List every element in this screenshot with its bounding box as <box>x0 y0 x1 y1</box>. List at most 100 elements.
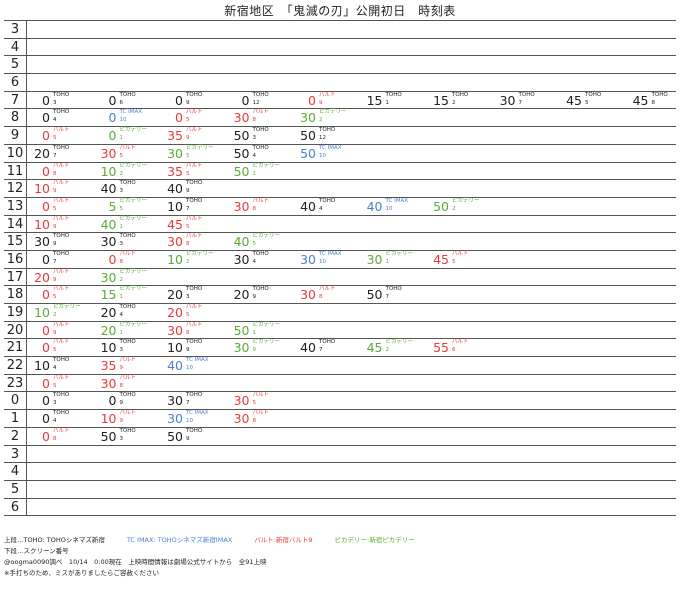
showtime-entry: 50 ピカデリー 1 <box>230 163 296 180</box>
theater-name: TOHO <box>186 427 203 434</box>
showtime-entry: 40 TC IMAX 10 <box>363 198 429 215</box>
showtime-minute: 20 <box>100 305 117 320</box>
showtime-minute: 40 <box>100 216 117 232</box>
showtime-entry: 0 TOHO 9 <box>163 92 229 109</box>
timetable-grid: 3 4 5 6 7 0 TOHO 3 0 TOHO 6 0 TOHO 9 0 TOHO 12 0 バルト 9 15 TOH… <box>4 20 676 517</box>
showtime-minute: 0 <box>175 92 183 108</box>
showtime-minute: 20 <box>34 145 50 161</box>
timetable-row: 8 0 TOHO 4 0 TC IMAX 10 0 バルト 5 30 バルト 8 30 ピカデリー 2 <box>4 109 676 128</box>
screen-number: 10 <box>119 117 127 124</box>
showtime-minute: 0 <box>42 251 50 267</box>
showtime-entry: 10 ピカデリー 2 <box>163 251 229 268</box>
showtime-minute: 15 <box>100 287 117 303</box>
theater-name: TC IMAX <box>186 410 209 417</box>
showtime-minute: 30 <box>300 251 316 267</box>
showtime-minute: 10 <box>34 181 50 197</box>
timetable-row: 6 <box>4 74 676 92</box>
showtime-entry: 20 TOHO 7 <box>30 145 96 162</box>
showtime-entry: 50 TOHO 7 <box>363 286 429 303</box>
hour-label: 3 <box>4 21 27 38</box>
screen-number: 10 <box>385 205 393 212</box>
screen-number: 5 <box>53 205 57 212</box>
screen-number: 9 <box>53 188 57 195</box>
showtime-entry: 30 ピカデリー 9 <box>230 339 296 356</box>
theater-name: TOHO <box>252 127 269 134</box>
showtime-minute: 40 <box>300 198 316 214</box>
showtime-minute: 30 <box>499 92 516 108</box>
theater-name: バルト <box>53 215 70 222</box>
screen-number: 3 <box>53 400 57 407</box>
showtime-entry: 50 ピカデリー 2 <box>429 198 495 215</box>
showtime-entry: 0 バルト 8 <box>97 251 163 268</box>
legend-line: 上段…TOHO: TOHOシネマズ新宿 TC IMAX: TOHOシネマズ新宿IM… <box>4 535 676 546</box>
showtime-minute: 30 <box>233 340 250 356</box>
theater-name: バルト <box>319 286 336 293</box>
screen-number: 5 <box>452 258 456 265</box>
theater-name: TC IMAX <box>119 109 143 116</box>
showtime-minute: 10 <box>167 251 183 267</box>
screen-number: 1 <box>385 258 390 265</box>
timetable-row: 2 0 バルト 8 50 TOHO 3 50 TOHO 9 <box>4 427 676 446</box>
theater-name: バルト <box>186 233 203 240</box>
theater-name: TOHO <box>119 180 136 187</box>
showtime-minute: 50 <box>233 128 250 144</box>
showtime-entry: 0 バルト 5 <box>30 127 96 144</box>
screen-number: 7 <box>186 400 190 407</box>
hour-label: 5 <box>4 56 27 74</box>
showtime-minute: 0 <box>42 375 50 391</box>
screen-number: 7 <box>385 294 390 301</box>
screen-number: 9 <box>186 347 190 354</box>
hour-label: 0 <box>4 392 27 410</box>
theater-name: バルト <box>252 410 270 417</box>
theater-name: TC IMAX <box>319 144 342 151</box>
theater-name: TOHO <box>119 392 136 399</box>
showtime-minute: 35 <box>167 163 183 179</box>
screen-number: 9 <box>319 99 323 106</box>
theater-name: バルト <box>186 304 203 310</box>
hour-label: 21 <box>4 339 27 357</box>
showtime-entry: 0 TOHO 7 <box>30 251 96 268</box>
screen-number: 9 <box>119 418 124 425</box>
legend-item: バルト:新宿バルト9 <box>254 536 313 544</box>
showtime-minute: 40 <box>167 358 183 374</box>
showtime-minute: 45 <box>566 92 582 108</box>
screen-number: 3 <box>119 241 124 248</box>
showtime-entry: 30 ピカデリー 2 <box>97 269 163 286</box>
theater-name: バルト <box>252 392 270 399</box>
theater-name: TOHO <box>53 144 70 151</box>
screen-number: 9 <box>186 188 190 195</box>
hour-label: 4 <box>4 463 27 480</box>
screen-number: 3 <box>53 99 57 106</box>
showtime-minute: 0 <box>42 411 50 427</box>
screen-number: 1 <box>119 329 124 336</box>
showtime-minute: 30 <box>366 251 383 267</box>
showtime-entry: 30 バルト 8 <box>230 198 296 215</box>
timetable-row: 21 0 バルト 5 10 TOHO 3 10 TOHO 9 30 ピカデリー 9 40 TOHO 7 45 ピカ… <box>4 339 676 358</box>
showtime-entry: 10 TOHO 7 <box>163 198 229 215</box>
showtime-entry: 50 TOHO 12 <box>296 127 362 144</box>
hour-label: 10 <box>4 144 27 162</box>
screen-number: 5 <box>585 99 589 106</box>
showtime-minute: 45 <box>632 92 649 108</box>
theater-name: TOHO <box>53 109 70 116</box>
timetable-row: 4 <box>4 463 676 481</box>
screen-number: 7 <box>319 347 323 354</box>
showtime-entry: 10 TOHO 3 <box>97 339 163 356</box>
screen-number: 2 <box>186 258 190 265</box>
screen-number: 4 <box>252 258 257 265</box>
screen-number: 7 <box>186 205 190 212</box>
screen-number: 6 <box>119 99 124 106</box>
screen-number: 2 <box>452 205 456 212</box>
screen-number: 5 <box>252 400 257 407</box>
theater-name: バルト <box>186 162 203 169</box>
theater-name: TOHO <box>53 357 70 364</box>
theater-name: ピカデリー <box>119 286 148 293</box>
showtime-entry: 0 バルト 5 <box>163 109 229 126</box>
showtime-minute: 10 <box>100 411 117 427</box>
showtime-entry: 10 ピカデリー 2 <box>97 163 163 180</box>
showtime-entry: 45 TOHO 5 <box>562 92 628 109</box>
showtime-entry: 30 ピカデリー 2 <box>296 109 362 126</box>
screen-number: 9 <box>186 99 190 106</box>
timetable-row: 16 0 TOHO 7 0 バルト 8 10 ピカデリー 2 30 TOHO 4 30 TC IMAX 10 3… <box>4 250 676 269</box>
showtime-minute: 10 <box>167 198 183 214</box>
